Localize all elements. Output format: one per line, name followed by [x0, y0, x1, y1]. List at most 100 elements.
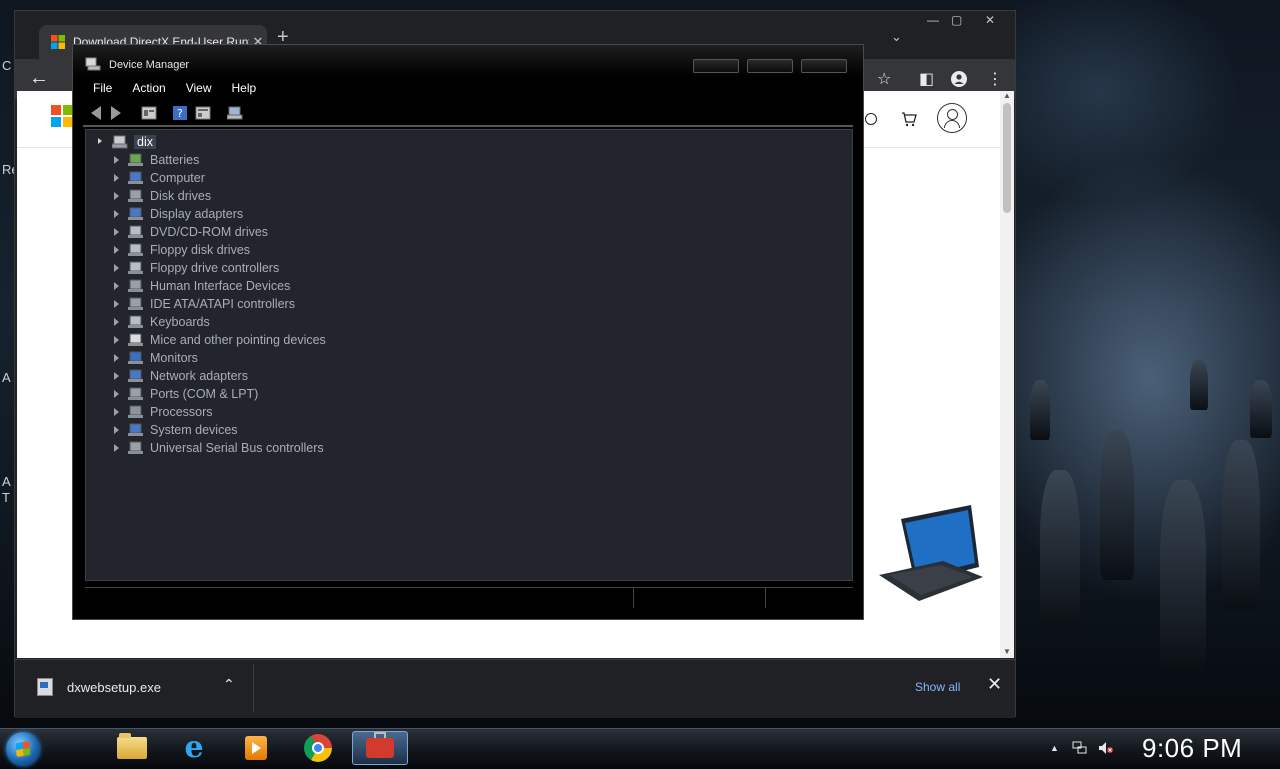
- device-manager-titlebar[interactable]: Device Manager: [73, 45, 863, 77]
- expand-icon[interactable]: [112, 426, 120, 434]
- expand-icon[interactable]: [112, 192, 120, 200]
- ie-taskbar-button[interactable]: e: [166, 731, 222, 765]
- expand-icon[interactable]: [112, 444, 120, 452]
- tree-item[interactable]: DVD/CD-ROM drives: [112, 223, 268, 241]
- expand-icon[interactable]: [112, 282, 120, 290]
- show-hidden-icons[interactable]: ▲: [1050, 743, 1059, 753]
- browser-menu-icon[interactable]: ⋮: [987, 69, 1003, 89]
- device-category-icon: [128, 405, 143, 418]
- tree-item[interactable]: Network adapters: [112, 367, 248, 385]
- desktop-icon-label[interactable]: A: [2, 370, 11, 385]
- tree-item[interactable]: Processors: [112, 403, 213, 421]
- expand-icon[interactable]: [112, 156, 120, 164]
- side-panel-icon[interactable]: ◧: [919, 69, 934, 89]
- close-window-button[interactable]: [801, 59, 847, 73]
- scroll-down-icon[interactable]: ▼: [1003, 647, 1011, 656]
- desktop-icon-label[interactable]: T: [2, 490, 10, 505]
- start-button[interactable]: [6, 732, 40, 766]
- media-player-icon: [245, 736, 267, 760]
- collapse-icon[interactable]: [96, 138, 104, 146]
- tree-item[interactable]: Mice and other pointing devices: [112, 331, 326, 349]
- tree-item[interactable]: Universal Serial Bus controllers: [112, 439, 324, 457]
- expand-icon[interactable]: [112, 336, 120, 344]
- maximize-button[interactable]: [747, 59, 793, 73]
- back-arrow-icon[interactable]: ←: [29, 67, 49, 90]
- scroll-up-icon[interactable]: ▲: [1003, 91, 1011, 100]
- wallpaper-stone: [1100, 430, 1134, 580]
- back-arrow-icon[interactable]: [91, 106, 101, 120]
- desktop-icon-label[interactable]: A: [2, 474, 11, 489]
- device-category-icon: [128, 369, 143, 382]
- search-icon[interactable]: [865, 113, 877, 125]
- tree-item[interactable]: Human Interface Devices: [112, 277, 290, 295]
- close-window-button[interactable]: ✕: [985, 13, 995, 27]
- download-bar-close-icon[interactable]: ✕: [987, 674, 1002, 695]
- show-all-link[interactable]: Show all: [915, 680, 960, 694]
- device-manager-taskbar-button[interactable]: [352, 731, 408, 765]
- device-manager-toolbar: ?: [83, 103, 853, 123]
- tree-item[interactable]: Floppy disk drives: [112, 241, 250, 259]
- menu-help[interactable]: Help: [222, 81, 267, 99]
- tree-item[interactable]: Ports (COM & LPT): [112, 385, 258, 403]
- tree-item[interactable]: Floppy drive controllers: [112, 259, 279, 277]
- expand-icon[interactable]: [112, 372, 120, 380]
- expand-icon[interactable]: [112, 246, 120, 254]
- bookmark-star-icon[interactable]: ☆: [877, 69, 891, 89]
- expand-icon[interactable]: [112, 390, 120, 398]
- maximize-button[interactable]: ▢: [951, 13, 962, 27]
- media-player-taskbar-button[interactable]: [228, 731, 284, 765]
- forward-arrow-icon[interactable]: [111, 106, 121, 120]
- wallpaper-stone: [1190, 360, 1208, 410]
- volume-muted-icon[interactable]: [1098, 741, 1114, 755]
- status-cell: [765, 588, 854, 608]
- help-icon[interactable]: ?: [173, 106, 187, 120]
- tree-item[interactable]: Monitors: [112, 349, 198, 367]
- menu-file[interactable]: File: [83, 81, 122, 99]
- page-scrollbar[interactable]: ▲ ▼: [1000, 91, 1014, 658]
- download-item[interactable]: dxwebsetup.exe: [37, 678, 161, 696]
- tree-root[interactable]: dix: [96, 133, 156, 151]
- scan-hardware-icon[interactable]: [227, 106, 243, 120]
- tree-item[interactable]: System devices: [112, 421, 238, 439]
- desktop-icon-label[interactable]: C: [2, 58, 11, 73]
- expand-icon[interactable]: [112, 174, 120, 182]
- expand-icon[interactable]: [112, 318, 120, 326]
- tree-item[interactable]: Keyboards: [112, 313, 210, 331]
- expand-icon[interactable]: [112, 300, 120, 308]
- tree-item[interactable]: Display adapters: [112, 205, 243, 223]
- network-icon[interactable]: [1072, 741, 1088, 755]
- view-icon[interactable]: [195, 106, 211, 120]
- minimize-button[interactable]: [693, 59, 739, 73]
- profile-icon[interactable]: [951, 71, 967, 87]
- scroll-thumb[interactable]: [1003, 103, 1011, 213]
- expand-icon[interactable]: [112, 408, 120, 416]
- expand-icon[interactable]: [112, 210, 120, 218]
- expand-icon[interactable]: [112, 354, 120, 362]
- chrome-taskbar-button[interactable]: [290, 731, 346, 765]
- device-category-icon: [128, 423, 143, 436]
- tree-item[interactable]: Computer: [112, 169, 205, 187]
- clock[interactable]: 9:06 PM: [1142, 733, 1242, 764]
- device-manager-window: Device Manager File Action View Help ? d…: [72, 44, 864, 620]
- expand-icon[interactable]: [112, 228, 120, 236]
- download-file-name: dxwebsetup.exe: [67, 679, 161, 695]
- explorer-taskbar-button[interactable]: [104, 731, 160, 765]
- device-manager-icon: [85, 57, 101, 71]
- chevron-up-icon[interactable]: ⌃: [223, 676, 235, 693]
- tree-item-label: Display adapters: [150, 207, 244, 221]
- tab-search-icon[interactable]: ⌄: [891, 29, 902, 45]
- tree-item[interactable]: IDE ATA/ATAPI controllers: [112, 295, 295, 313]
- properties-icon[interactable]: [141, 106, 157, 120]
- chrome-icon: [304, 734, 332, 762]
- minimize-button[interactable]: —: [927, 13, 939, 27]
- expand-icon[interactable]: [112, 264, 120, 272]
- tree-item[interactable]: Disk drives: [112, 187, 211, 205]
- account-icon[interactable]: [937, 103, 967, 133]
- device-category-icon: [128, 243, 143, 256]
- tree-item-label: System devices: [150, 423, 238, 437]
- cart-icon[interactable]: [901, 111, 917, 127]
- tree-item[interactable]: Batteries: [112, 151, 199, 169]
- menu-action[interactable]: Action: [122, 81, 175, 99]
- menu-view[interactable]: View: [176, 81, 222, 99]
- microsoft-logo-icon[interactable]: [51, 105, 73, 127]
